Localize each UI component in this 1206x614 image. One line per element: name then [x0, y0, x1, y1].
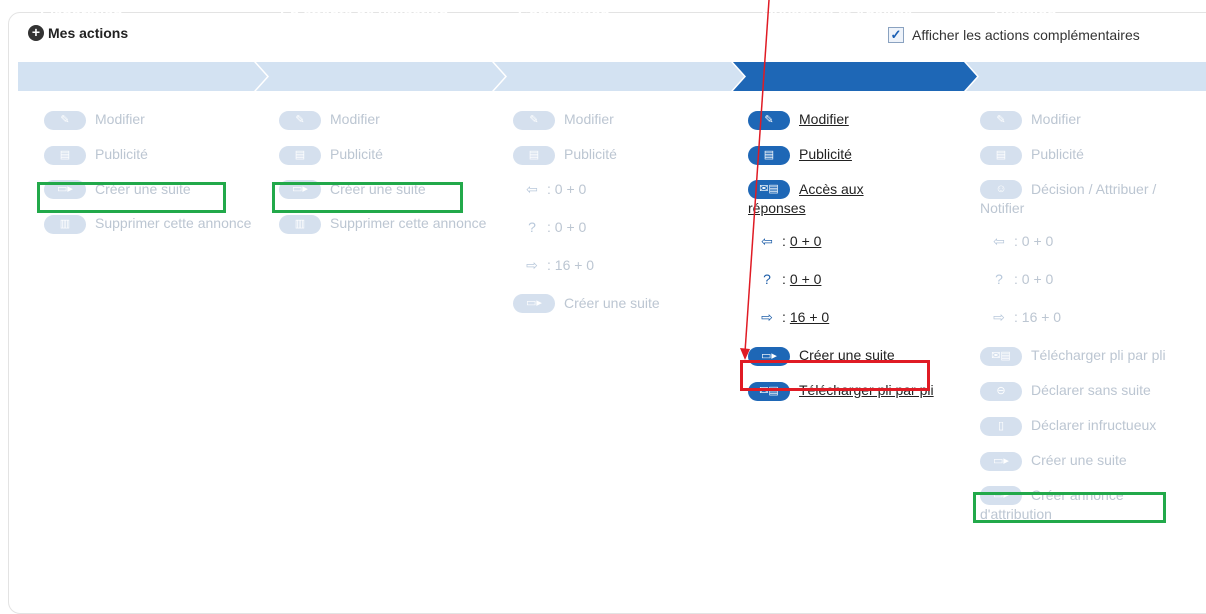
annotation-arrow: [740, 0, 770, 360]
